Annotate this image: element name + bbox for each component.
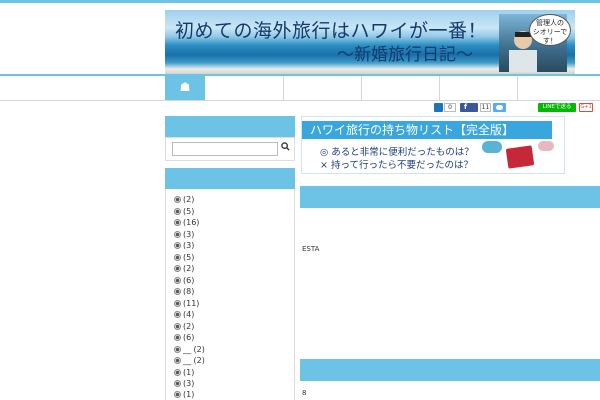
site-subtitle: 〜新婚旅行日記〜 — [337, 45, 473, 65]
search-icon[interactable] — [278, 142, 292, 156]
category-label: __ (2) — [183, 345, 205, 354]
category-item[interactable]: (16) — [174, 217, 199, 228]
category-item[interactable]: (8) — [174, 286, 194, 297]
bullet-icon — [174, 323, 181, 330]
category-item[interactable]: __ (2) — [174, 344, 205, 355]
speech-bubble: 管理人の シオリーです！ — [529, 14, 571, 46]
site-header-banner[interactable]: 初めての海外旅行はハワイが一番！ 〜新婚旅行日記〜 管理人の シオリーです！ — [165, 10, 575, 74]
hatena-count: 0 — [444, 103, 456, 112]
category-item[interactable]: (3) — [174, 240, 194, 251]
category-item[interactable]: (3) — [174, 229, 194, 240]
banner-line-2: × 持って行ったら不要だったのは？ — [320, 160, 474, 171]
nav-home[interactable]: ☗ — [165, 76, 205, 100]
bullet-icon — [174, 288, 181, 295]
bullet-icon — [174, 231, 181, 238]
nav-item-4[interactable] — [440, 76, 518, 100]
search-widget — [165, 137, 295, 161]
nav-item-1[interactable] — [205, 76, 284, 100]
nav-item-3[interactable] — [362, 76, 440, 100]
category-label: (5) — [183, 207, 195, 216]
banner-line-1: ◎ あると非常に便利だったものは？ — [320, 147, 474, 158]
bullet-icon — [174, 254, 181, 261]
sunglasses-icon — [482, 141, 502, 153]
category-label: (11) — [183, 299, 200, 308]
top-accent-line — [0, 0, 600, 3]
nav-item-5[interactable] — [518, 76, 600, 100]
category-label: (2) — [183, 322, 195, 331]
bullet-icon — [174, 208, 181, 215]
nav-item-2[interactable] — [284, 76, 362, 100]
category-label: (3) — [183, 230, 195, 239]
category-widget-header — [165, 168, 295, 189]
bullet-icon — [174, 265, 181, 272]
section-header-1 — [300, 186, 600, 208]
category-item[interactable]: (1) — [174, 367, 194, 378]
bullet-icon — [174, 357, 181, 364]
category-list: (2) (5) (16) (3) (3) (5) (2) (6) (8) (11… — [165, 189, 295, 400]
bullet-icon — [174, 277, 181, 284]
line-share-button[interactable]: LINEで送る — [538, 103, 576, 112]
category-item[interactable]: (5) — [174, 252, 194, 263]
passport-icon — [505, 145, 535, 169]
category-label: (8) — [183, 287, 195, 296]
twitter-icon — [496, 105, 503, 110]
bullet-icon — [174, 242, 181, 249]
facebook-count: 11 — [480, 103, 491, 112]
category-label: (16) — [183, 218, 200, 227]
category-label: (6) — [183, 333, 195, 342]
home-icon: ☗ — [179, 80, 191, 94]
bullet-icon — [174, 219, 181, 226]
category-label: (1) — [183, 390, 195, 399]
section-1-text: ESTA — [302, 245, 320, 253]
gplus-button[interactable]: G+1 — [579, 103, 593, 112]
search-widget-header — [165, 116, 295, 137]
search-input[interactable] — [172, 142, 278, 156]
bullet-icon — [174, 311, 181, 318]
category-item[interactable]: (4) — [174, 309, 194, 320]
section-2-text: 8 — [302, 389, 307, 397]
global-nav: ☗ — [0, 74, 600, 101]
bullet-icon — [174, 300, 181, 307]
bullet-icon — [174, 346, 181, 353]
category-label: (3) — [183, 241, 195, 250]
category-label: (3) — [183, 379, 195, 388]
site-title: 初めての海外旅行はハワイが一番！ — [175, 20, 488, 42]
magnifier-icon — [280, 142, 290, 151]
category-label: (1) — [183, 368, 195, 377]
facebook-share-button[interactable]: f — [460, 103, 478, 112]
category-label: __ (2) — [183, 356, 205, 365]
bullet-icon — [174, 196, 181, 203]
category-item[interactable]: (6) — [174, 275, 194, 286]
packing-list-banner[interactable]: ハワイ旅行の持ち物リスト【完全版】 ◎ あると非常に便利だったものは？ × 持っ… — [301, 116, 565, 174]
twitter-share-button[interactable] — [493, 103, 506, 112]
bullet-icon — [174, 369, 181, 376]
category-item[interactable]: (6) — [174, 332, 194, 343]
bullet-icon — [174, 334, 181, 341]
category-item[interactable]: __ (2) — [174, 355, 205, 366]
category-label: (5) — [183, 253, 195, 262]
category-item[interactable]: (2) — [174, 321, 194, 332]
category-label: (6) — [183, 276, 195, 285]
facebook-icon: f — [464, 103, 468, 111]
category-item[interactable]: (1) — [174, 389, 194, 400]
category-label: (2) — [183, 264, 195, 273]
category-item[interactable]: (2) — [174, 194, 194, 205]
category-item[interactable]: (3) — [174, 378, 194, 389]
category-item[interactable]: (5) — [174, 206, 194, 217]
flower-icon — [538, 141, 554, 151]
bullet-icon — [174, 391, 181, 398]
bullet-icon — [174, 380, 181, 387]
category-label: (4) — [183, 310, 195, 319]
section-header-2 — [300, 359, 600, 381]
hatena-bookmark-button[interactable] — [434, 103, 443, 112]
category-item[interactable]: (11) — [174, 298, 199, 309]
category-label: (2) — [183, 195, 195, 204]
banner-title: ハワイ旅行の持ち物リスト【完全版】 — [302, 121, 552, 139]
category-item[interactable]: (2) — [174, 263, 194, 274]
